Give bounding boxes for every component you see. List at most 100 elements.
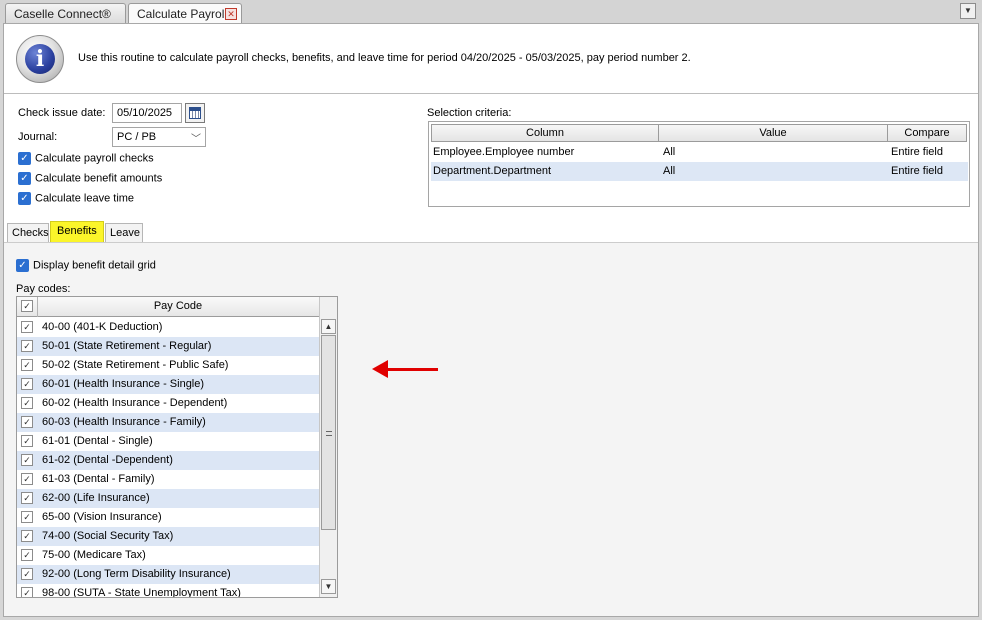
table-row[interactable]: Employee.Employee number All Entire fiel… xyxy=(431,143,968,162)
display-benefit-detail-grid-option[interactable]: ✓ Display benefit detail grid xyxy=(16,259,156,274)
row-checkbox[interactable]: ✓ xyxy=(21,530,33,542)
tab-benefits[interactable]: Benefits xyxy=(50,221,104,242)
tab-calculate-payroll-label: Calculate Payroll xyxy=(137,7,228,21)
selection-criteria-grid[interactable]: Column Value Compare Employee.Employee n… xyxy=(428,121,970,207)
option-label: Calculate payroll checks xyxy=(35,152,154,165)
row-checkbox[interactable]: ✓ xyxy=(21,492,33,504)
tab-checks[interactable]: Checks xyxy=(7,223,49,242)
tab-caselle-connect-label: Caselle Connect® xyxy=(14,7,111,21)
list-item[interactable]: ✓ 61-01 (Dental - Single) xyxy=(17,432,319,451)
row-checkbox[interactable]: ✓ xyxy=(21,473,33,485)
calculate-payroll-checks-option[interactable]: ✓ Calculate payroll checks xyxy=(18,152,154,167)
list-item[interactable]: ✓ 60-02 (Health Insurance - Dependent) xyxy=(17,394,319,413)
list-item[interactable]: ✓ 65-00 (Vision Insurance) xyxy=(17,508,319,527)
journal-select[interactable]: PC / PB ﹀ xyxy=(112,127,206,147)
pay-code-text: 40-00 (401-K Deduction) xyxy=(42,321,163,333)
check-issue-date-value: 05/10/2025 xyxy=(117,107,173,119)
checkbox-checked-icon[interactable]: ✓ xyxy=(18,152,31,165)
row-checkbox[interactable]: ✓ xyxy=(21,511,33,523)
option-label: Calculate leave time xyxy=(35,192,135,205)
pay-code-header-row: ✓ Pay Code xyxy=(17,297,319,317)
row-checkbox[interactable]: ✓ xyxy=(21,568,33,580)
calendar-button[interactable] xyxy=(185,103,205,123)
list-item[interactable]: ✓ 61-03 (Dental - Family) xyxy=(17,470,319,489)
table-cell: Entire field xyxy=(891,146,943,158)
column-header[interactable]: Column xyxy=(431,124,659,142)
tab-caselle-connect[interactable]: Caselle Connect® xyxy=(5,3,126,23)
grip-icon xyxy=(326,431,332,436)
pay-code-text: 98-00 (SUTA - State Unemployment Tax) xyxy=(42,587,241,598)
row-checkbox[interactable]: ✓ xyxy=(21,416,33,428)
list-item[interactable]: ✓ 75-00 (Medicare Tax) xyxy=(17,546,319,565)
scroll-up-icon[interactable]: ▲ xyxy=(321,319,336,334)
table-cell: Employee.Employee number xyxy=(433,146,575,158)
tab-checks-label: Checks xyxy=(12,227,49,239)
list-item[interactable]: ✓ 60-03 (Health Insurance - Family) xyxy=(17,413,319,432)
chevron-down-icon: ﹀ xyxy=(191,134,201,145)
routine-description: Use this routine to calculate payroll ch… xyxy=(78,52,691,64)
pay-code-text: 62-00 (Life Insurance) xyxy=(42,492,150,504)
pay-code-text: 50-02 (State Retirement - Public Safe) xyxy=(42,359,229,371)
tab-calculate-payroll[interactable]: Calculate Payroll ✕ xyxy=(128,3,242,24)
table-cell: All xyxy=(663,146,676,158)
row-checkbox[interactable]: ✓ xyxy=(21,359,33,371)
pay-code-text: 65-00 (Vision Insurance) xyxy=(42,511,162,523)
pay-code-text: 60-03 (Health Insurance - Family) xyxy=(42,416,206,428)
list-item[interactable]: ✓ 50-02 (State Retirement - Public Safe) xyxy=(17,356,319,375)
close-icon[interactable]: ✕ xyxy=(225,8,237,20)
tab-benefits-label: Benefits xyxy=(57,225,97,237)
row-checkbox[interactable]: ✓ xyxy=(21,397,33,409)
list-item[interactable]: ✓ 50-01 (State Retirement - Regular) xyxy=(17,337,319,356)
pay-codes-label: Pay codes: xyxy=(16,283,71,295)
row-checkbox[interactable]: ✓ xyxy=(21,340,33,352)
select-all-checkbox[interactable]: ✓ xyxy=(21,300,33,312)
tab-leave-label: Leave xyxy=(110,227,140,239)
row-checkbox[interactable]: ✓ xyxy=(21,454,33,466)
pay-code-text: 61-01 (Dental - Single) xyxy=(42,435,153,447)
pay-code-text: 50-01 (State Retirement - Regular) xyxy=(42,340,212,352)
row-checkbox[interactable]: ✓ xyxy=(21,549,33,561)
row-checkbox[interactable]: ✓ xyxy=(21,587,33,597)
checkbox-checked-icon[interactable]: ✓ xyxy=(18,172,31,185)
calculate-benefit-amounts-option[interactable]: ✓ Calculate benefit amounts xyxy=(18,172,162,187)
list-item[interactable]: ✓ 98-00 (SUTA - State Unemployment Tax) xyxy=(17,584,319,598)
pay-code-column-header[interactable]: Pay Code xyxy=(37,300,319,312)
info-icon: i xyxy=(16,35,64,83)
option-label: Calculate benefit amounts xyxy=(35,172,163,185)
check-issue-date-label: Check issue date: xyxy=(18,107,106,119)
list-item[interactable]: ✓ 61-02 (Dental -Dependent) xyxy=(17,451,319,470)
value-header[interactable]: Value xyxy=(658,124,888,142)
display-grid-label: Display benefit detail grid xyxy=(33,259,156,272)
journal-value: PC / PB xyxy=(117,131,157,143)
row-checkbox[interactable]: ✓ xyxy=(21,435,33,447)
row-checkbox[interactable]: ✓ xyxy=(21,321,33,333)
selection-criteria-label: Selection criteria: xyxy=(427,107,512,119)
vertical-scrollbar[interactable]: ▲ ▼ xyxy=(319,297,337,597)
calculate-leave-time-option[interactable]: ✓ Calculate leave time xyxy=(18,192,134,207)
check-issue-date-input[interactable]: 05/10/2025 xyxy=(112,103,182,123)
table-row[interactable]: Department.Department All Entire field xyxy=(431,162,968,181)
compare-header[interactable]: Compare xyxy=(887,124,967,142)
list-item[interactable]: ✓ 92-00 (Long Term Disability Insurance) xyxy=(17,565,319,584)
tab-menu-dropdown-button[interactable]: ▼ xyxy=(960,3,976,19)
pay-code-text: 75-00 (Medicare Tax) xyxy=(42,549,146,561)
pay-code-text: 60-02 (Health Insurance - Dependent) xyxy=(42,397,228,409)
list-item[interactable]: ✓ 74-00 (Social Security Tax) xyxy=(17,527,319,546)
pay-code-text: 92-00 (Long Term Disability Insurance) xyxy=(42,568,231,580)
scroll-down-icon[interactable]: ▼ xyxy=(321,579,336,594)
calculate-payroll-panel: i Use this routine to calculate payroll … xyxy=(3,23,979,617)
checkbox-checked-icon[interactable]: ✓ xyxy=(18,192,31,205)
pay-codes-grid[interactable]: ✓ Pay Code ✓ 40-00 (401-K Deduction) ✓ 50-… xyxy=(16,296,338,598)
list-item[interactable]: ✓ 40-00 (401-K Deduction) xyxy=(17,318,319,337)
calendar-icon xyxy=(189,107,201,119)
journal-label: Journal: xyxy=(18,131,58,143)
checkbox-checked-icon[interactable]: ✓ xyxy=(16,259,29,272)
pay-code-text: 61-02 (Dental -Dependent) xyxy=(42,454,173,466)
tab-leave[interactable]: Leave xyxy=(105,223,143,242)
pay-code-text: 61-03 (Dental - Family) xyxy=(42,473,155,485)
pay-code-text: 60-01 (Health Insurance - Single) xyxy=(42,378,205,390)
list-item[interactable]: ✓ 62-00 (Life Insurance) xyxy=(17,489,319,508)
list-item[interactable]: ✓ 60-01 (Health Insurance - Single) xyxy=(17,375,319,394)
row-checkbox[interactable]: ✓ xyxy=(21,378,33,390)
scrollbar-thumb[interactable] xyxy=(321,335,336,530)
